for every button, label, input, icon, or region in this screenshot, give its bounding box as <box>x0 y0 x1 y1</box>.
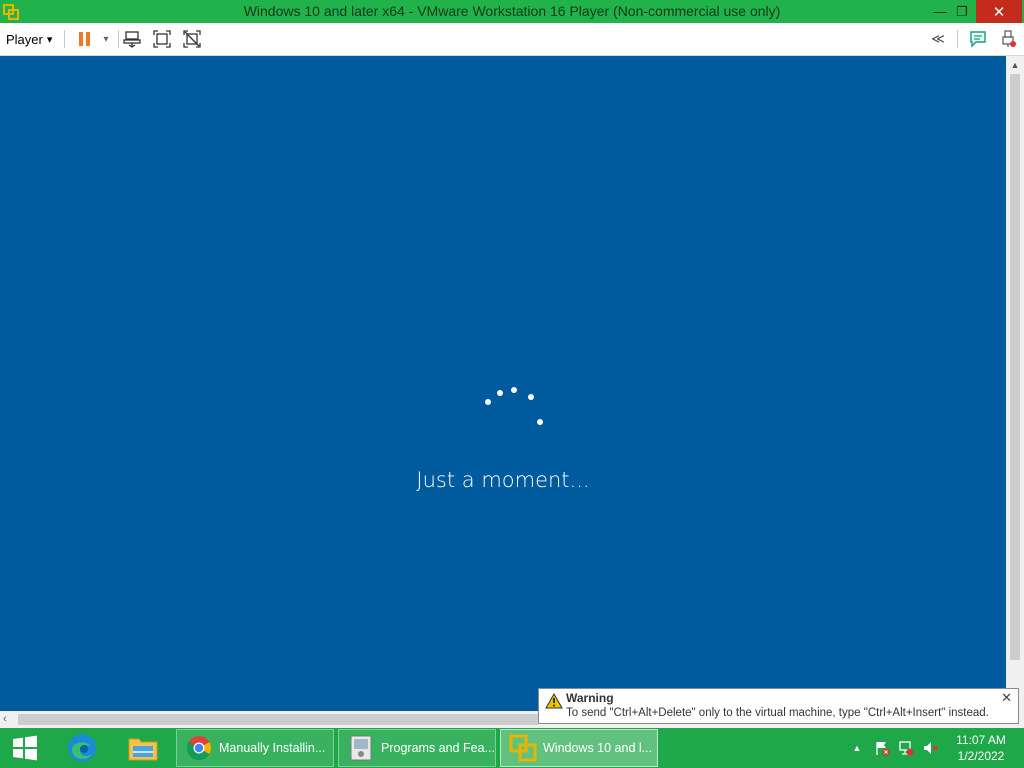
pause-dropdown-button[interactable]: ▾ <box>99 23 113 55</box>
send-keys-icon <box>123 31 141 48</box>
notification-message: To send "Ctrl+Alt+Delete" only to the vi… <box>566 707 989 719</box>
player-menu-label: Player <box>6 31 43 47</box>
status-message: Just a moment... <box>416 468 590 492</box>
show-hidden-icons-button[interactable]: ▲ <box>850 728 864 768</box>
network-tray-button[interactable] <box>896 728 916 768</box>
system-clock[interactable]: 11:07 AM 1/2/2022 <box>948 732 1014 764</box>
message-log-button[interactable] <box>967 23 989 55</box>
programs-features-icon <box>350 735 372 761</box>
flag-warning-icon <box>876 742 890 756</box>
virtual-machine-display[interactable]: Just a moment... <box>0 56 1006 711</box>
player-menu-button[interactable]: Player ▾ <box>6 23 52 55</box>
start-button[interactable] <box>0 728 50 768</box>
folder-icon <box>128 738 158 761</box>
unity-icon <box>183 30 201 48</box>
loading-spinner-dot <box>485 399 491 405</box>
taskbar-window-chrome[interactable]: Manually Installin... <box>176 729 334 767</box>
warning-notification[interactable]: Warning To send "Ctrl+Alt+Delete" only t… <box>538 688 1019 724</box>
taskbar-window-label: Programs and Fea... <box>381 741 495 755</box>
clock-date: 1/2/2022 <box>957 749 1005 763</box>
restore-icon: ❐ <box>956 3 968 19</box>
chevron-up-icon: ▲ <box>852 743 862 753</box>
toolbar-divider <box>118 30 119 48</box>
network-icon <box>899 741 914 756</box>
warning-icon <box>545 693 563 709</box>
pause-icon <box>79 32 90 46</box>
window-title: Windows 10 and later x64 - VMware Workst… <box>243 3 781 19</box>
removable-devices-button[interactable] <box>997 23 1019 55</box>
scroll-up-icon[interactable]: ▲ <box>1006 57 1024 73</box>
close-button[interactable]: ✕ <box>976 0 1022 23</box>
full-screen-button[interactable] <box>151 23 173 55</box>
send-ctrl-alt-del-button[interactable] <box>121 23 143 55</box>
unity-mode-button[interactable] <box>181 23 203 55</box>
loading-spinner-dot <box>537 419 543 425</box>
volume-tray-button[interactable] <box>920 728 940 768</box>
toolbar-divider <box>957 30 958 48</box>
minimize-icon: — <box>933 4 947 19</box>
edge-taskbar-button[interactable] <box>60 728 104 768</box>
chevron-down-icon: ▾ <box>103 33 109 45</box>
close-icon: ✕ <box>992 3 1006 21</box>
player-toolbar: Player ▾ ▾ ≪ <box>0 23 1024 56</box>
loading-spinner-dot <box>497 390 503 396</box>
loading-spinner-dot <box>528 394 534 400</box>
close-icon: ✕ <box>1001 690 1012 705</box>
full-screen-icon <box>153 30 171 48</box>
windows-logo-icon <box>13 735 37 761</box>
notification-close-button[interactable]: ✕ <box>1001 690 1012 706</box>
taskbar-window-programs-features[interactable]: Programs and Fea... <box>338 729 496 767</box>
notification-title: Warning <box>566 691 614 705</box>
double-chevron-left-icon: ≪ <box>931 31 945 46</box>
chevron-down-icon: ▾ <box>46 33 53 46</box>
scroll-left-icon[interactable]: ‹ <box>3 711 7 728</box>
restore-button[interactable]: ❐ <box>948 0 976 23</box>
loading-spinner-dot <box>511 387 517 393</box>
vertical-scrollbar[interactable]: ▲ <box>1006 56 1024 711</box>
file-explorer-taskbar-button[interactable] <box>120 728 166 768</box>
vertical-scroll-thumb[interactable] <box>1010 74 1020 660</box>
pause-button[interactable] <box>74 23 96 55</box>
taskbar-window-vmware[interactable]: Windows 10 and l... <box>500 729 658 767</box>
clock-time: 11:07 AM <box>956 733 1006 747</box>
collapse-toolbar-button[interactable]: ≪ <box>928 23 948 55</box>
vmware-icon <box>509 734 537 762</box>
message-icon <box>970 31 986 48</box>
taskbar-window-label: Manually Installin... <box>219 741 326 755</box>
taskbar: Manually Installin... Programs and Fea..… <box>0 728 1024 768</box>
taskbar-window-label: Windows 10 and l... <box>543 741 653 755</box>
edge-icon <box>68 734 96 762</box>
toolbar-divider <box>64 30 65 48</box>
title-bar[interactable]: Windows 10 and later x64 - VMware Workst… <box>0 0 1024 23</box>
horizontal-scroll-thumb[interactable] <box>18 714 538 725</box>
speaker-muted-icon <box>924 742 938 754</box>
chrome-icon <box>186 736 211 761</box>
usb-device-icon <box>1002 30 1016 47</box>
action-center-tray-button[interactable] <box>872 728 892 768</box>
